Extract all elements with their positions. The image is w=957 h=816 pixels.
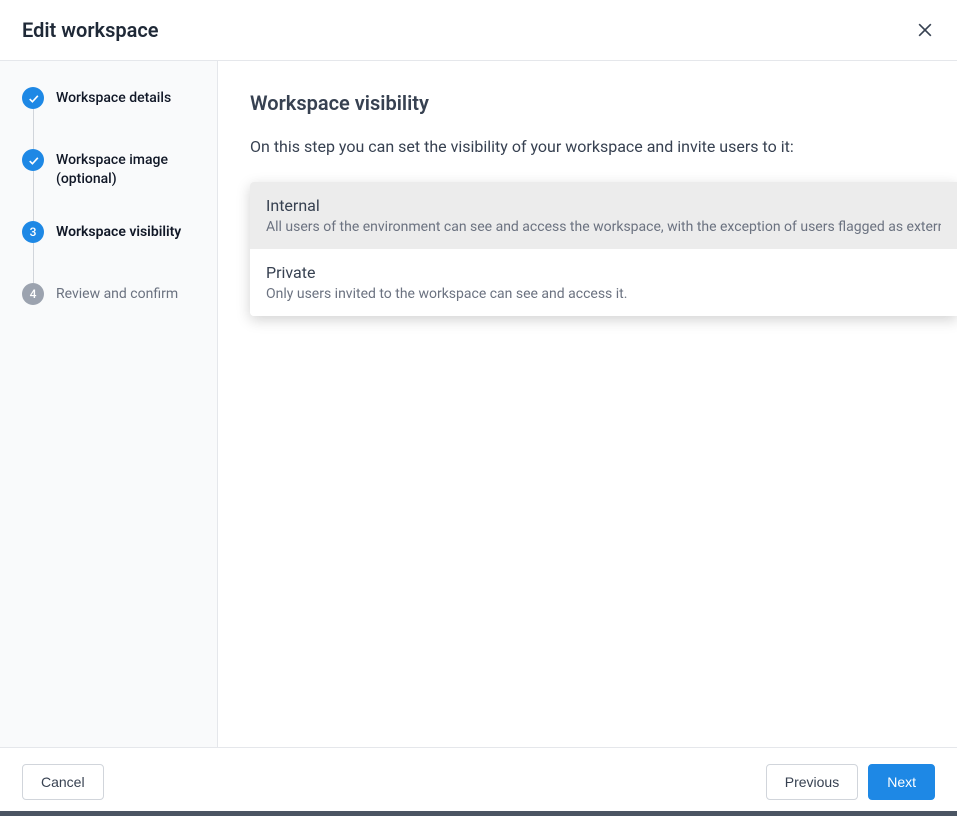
wizard-step-label: Review and confirm (56, 283, 178, 304)
main-panel: Workspace visibility On this step you ca… (218, 61, 957, 747)
wizard-step-visibility[interactable]: 3 Workspace visibility (22, 221, 203, 283)
wizard-step-label: Workspace details (56, 87, 171, 108)
close-icon[interactable] (915, 20, 935, 40)
wizard-step-label: Workspace visibility (56, 221, 181, 242)
check-icon (22, 149, 44, 171)
modal-body: Workspace details Workspace image (optio… (0, 61, 957, 747)
step-number-icon: 3 (22, 221, 44, 243)
visibility-options: Internal All users of the environment ca… (250, 182, 957, 316)
modal-footer: Cancel Previous Next (0, 747, 957, 816)
cancel-button[interactable]: Cancel (22, 764, 104, 800)
wizard-step-details[interactable]: Workspace details (22, 87, 203, 149)
modal-title: Edit workspace (22, 18, 159, 42)
option-title: Internal (266, 196, 941, 215)
step-number-icon: 4 (22, 283, 44, 305)
wizard-step-image[interactable]: Workspace image (optional) (22, 149, 203, 221)
option-title: Private (266, 263, 941, 282)
visibility-option-internal[interactable]: Internal All users of the environment ca… (250, 182, 957, 249)
option-description: Only users invited to the workspace can … (266, 286, 941, 302)
wizard-sidebar: Workspace details Workspace image (optio… (0, 61, 218, 747)
edit-workspace-modal: Edit workspace Workspace details (0, 0, 957, 816)
wizard-step-label: Workspace image (optional) (56, 149, 203, 189)
modal-header: Edit workspace (0, 0, 957, 61)
wizard-step-review[interactable]: 4 Review and confirm (22, 283, 203, 305)
next-button[interactable]: Next (868, 764, 935, 800)
page-description: On this step you can set the visibility … (250, 137, 957, 156)
previous-button[interactable]: Previous (766, 764, 858, 800)
page-title: Workspace visibility (250, 91, 957, 115)
check-icon (22, 87, 44, 109)
bottom-edge (0, 811, 957, 816)
option-description: All users of the environment can see and… (266, 219, 941, 235)
visibility-option-private[interactable]: Private Only users invited to the worksp… (250, 249, 957, 316)
